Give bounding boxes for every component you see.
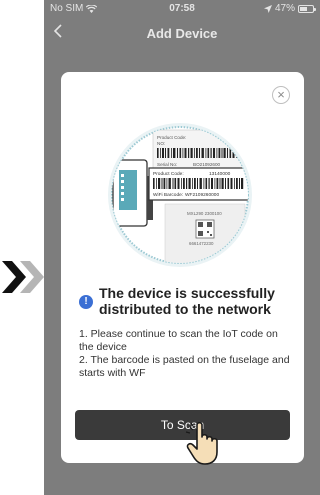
success-headline: ! The device is successfully distributed…	[79, 285, 289, 317]
success-dialog: × Product Code: NO: Serial No: BO2109260…	[61, 72, 304, 465]
back-label-product-code: Product Code:	[157, 135, 186, 140]
device-barcode-illustration: Product Code: NO: Serial No: BO21092600 …	[108, 123, 252, 267]
lower-label-model: MXL290 2300100	[187, 211, 222, 216]
double-chevron-right-icon	[2, 261, 44, 293]
battery-percent: 47%	[274, 3, 295, 14]
back-label-serial: Serial No:	[157, 162, 177, 167]
status-right: 47%	[263, 3, 316, 14]
info-icon: !	[79, 295, 93, 309]
headline-text: The device is successfully distributed t…	[99, 285, 275, 317]
tap-hand-icon	[185, 421, 218, 465]
lower-label-code: 6661472230	[189, 241, 214, 246]
location-arrow-icon	[263, 4, 272, 13]
front-label-wifi-barcode: WiFi Barcode:	[153, 192, 183, 198]
phone-screen: No SIM 07:58 47% Add Device × Product Co…	[44, 0, 320, 495]
close-icon: ×	[277, 87, 285, 102]
back-label-no: NO:	[157, 141, 165, 146]
front-label-product-code: Product Code:	[153, 171, 184, 177]
nav-bar: Add Device	[44, 18, 320, 48]
front-wifi-barcode-value: WF2109260000	[185, 192, 219, 198]
instruction-step-1: 1. Please continue to scan the IoT code …	[79, 328, 278, 353]
instructions: 1. Please continue to scan the IoT code …	[79, 328, 295, 380]
page-title: Add Device	[146, 26, 218, 41]
back-serial-value: BO21092600	[193, 162, 221, 167]
instruction-step-2: 2. The barcode is pasted on the fuselage…	[79, 354, 290, 379]
front-product-code-value: 13140000	[209, 171, 231, 177]
battery-icon	[298, 4, 316, 13]
close-button[interactable]: ×	[272, 86, 290, 104]
status-bar: No SIM 07:58 47%	[44, 0, 320, 18]
to-scan-button[interactable]: To Scan	[75, 410, 290, 440]
